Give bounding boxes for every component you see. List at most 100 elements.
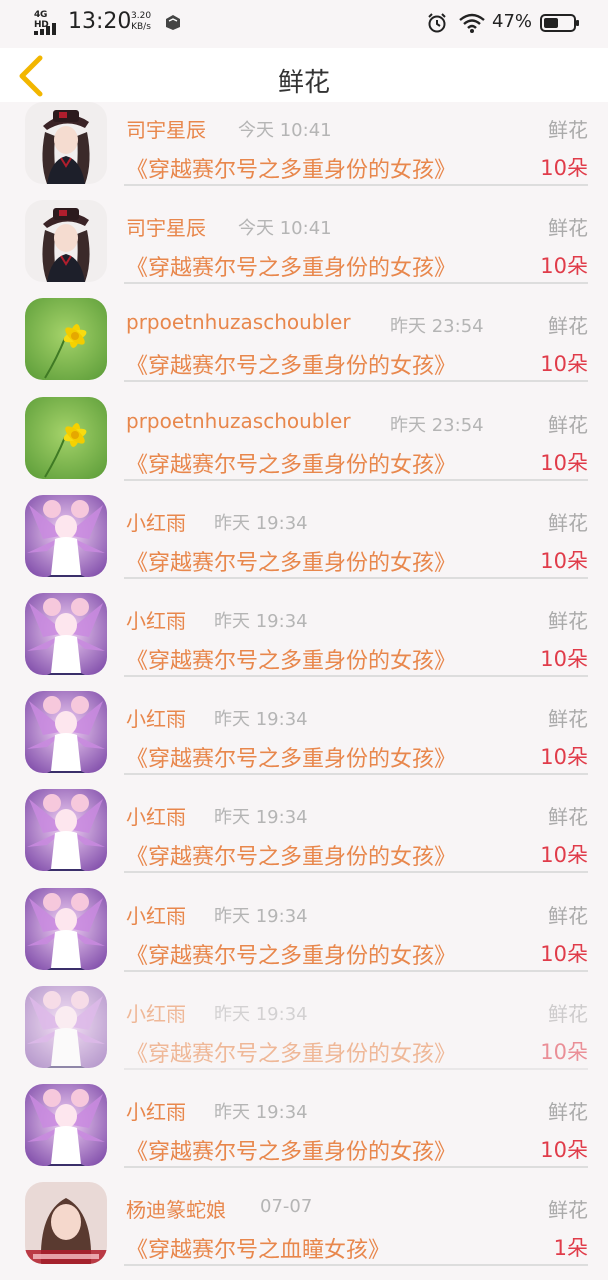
book-title[interactable]: 《穿越赛尔号之多重身份的女孩》: [126, 250, 456, 282]
gift-type: 鲜花: [548, 314, 588, 339]
anime-girl-hat-avatar[interactable]: [25, 200, 107, 283]
list-item[interactable]: 小红雨 昨天 19:34 鲜花 《穿越赛尔号之多重身份的女孩》 10朵: [0, 494, 608, 593]
book-title[interactable]: 《穿越赛尔号之多重身份的女孩》: [126, 1036, 456, 1068]
status-bar: 4G HD 13:20 3.20 KB/s 47%: [0, 0, 608, 48]
gift-record-list: 司宇星辰 今天 10:41 鲜花 《穿越赛尔号之多重身份的女孩》 10朵 司宇星…: [0, 102, 608, 1280]
status-time: 13:20: [68, 9, 132, 34]
user-name[interactable]: 司宇星辰: [126, 114, 206, 143]
gift-type: 鲜花: [548, 216, 588, 241]
gift-type: 鲜花: [548, 1198, 588, 1223]
user-name[interactable]: 小红雨: [126, 998, 186, 1027]
divider: [124, 871, 588, 874]
anime-girl-pink-avatar[interactable]: [25, 887, 107, 970]
list-item[interactable]: 小红雨 昨天 19:34 鲜花 《穿越赛尔号之多重身份的女孩》 10朵: [0, 691, 608, 789]
list-item[interactable]: 司宇星辰 今天 10:41 鲜花 《穿越赛尔号之多重身份的女孩》 10朵: [0, 200, 608, 298]
gift-type: 鲜花: [548, 903, 588, 928]
book-title[interactable]: 《穿越赛尔号之多重身份的女孩》: [126, 348, 456, 380]
user-name[interactable]: 小红雨: [126, 900, 186, 929]
user-name[interactable]: 杨迪篆蛇娘: [126, 1194, 226, 1223]
gift-time: 今天 10:41: [238, 218, 332, 240]
book-title[interactable]: 《穿越赛尔号之多重身份的女孩》: [126, 643, 456, 675]
signal-bars-icon: [34, 23, 62, 35]
wifi-icon: [459, 13, 485, 33]
girl-photo-avatar[interactable]: [25, 1182, 107, 1265]
book-title[interactable]: 《穿越赛尔号之多重身份的女孩》: [126, 839, 456, 871]
user-name[interactable]: 小红雨: [126, 605, 186, 634]
gift-count: 10朵: [540, 352, 588, 377]
book-title[interactable]: 《穿越赛尔号之多重身份的女孩》: [126, 152, 456, 184]
gift-type: 鲜花: [548, 1099, 588, 1124]
divider: [124, 773, 588, 776]
gift-count: 10朵: [540, 646, 588, 671]
page-title: 鲜花: [277, 68, 330, 98]
divider: [124, 380, 588, 383]
anime-girl-pink-avatar[interactable]: [25, 494, 107, 577]
book-title[interactable]: 《穿越赛尔号之多重身份的女孩》: [126, 1134, 456, 1166]
gift-time: 昨天 19:34: [214, 1101, 308, 1123]
gift-time: 昨天 23:54: [390, 414, 484, 436]
gift-type: 鲜花: [548, 608, 588, 633]
divider: [124, 576, 588, 579]
gift-count: 10朵: [540, 1137, 588, 1162]
anime-girl-pink-avatar[interactable]: [25, 789, 107, 872]
anime-girl-pink-avatar[interactable]: [25, 985, 107, 1068]
gift-count: 10朵: [540, 745, 588, 770]
list-item[interactable]: 小红雨 昨天 19:34 鲜花 《穿越赛尔号之多重身份的女孩》 10朵: [0, 1083, 608, 1182]
gift-count: 10朵: [540, 254, 588, 279]
book-title[interactable]: 《穿越赛尔号之血瞳女孩》: [126, 1232, 390, 1264]
list-item[interactable]: 杨迪篆蛇娘 07-07 鲜花 《穿越赛尔号之血瞳女孩》 1朵: [0, 1182, 608, 1280]
gift-type: 鲜花: [548, 805, 588, 830]
network-speed: 3.20 KB/s: [131, 11, 151, 33]
gift-time: 昨天 19:34: [214, 1003, 308, 1025]
gift-type: 鲜花: [548, 510, 588, 535]
gift-count: 1朵: [553, 1236, 588, 1261]
user-name[interactable]: 小红雨: [126, 1096, 186, 1125]
anime-girl-pink-avatar[interactable]: [25, 691, 107, 774]
user-name[interactable]: prpoetnhuzaschoubler: [126, 409, 351, 433]
gift-type: 鲜花: [548, 707, 588, 732]
book-title[interactable]: 《穿越赛尔号之多重身份的女孩》: [126, 447, 456, 479]
yellow-flower-avatar[interactable]: [25, 396, 107, 479]
anime-girl-pink-avatar[interactable]: [25, 1083, 107, 1166]
book-title[interactable]: 《穿越赛尔号之多重身份的女孩》: [126, 545, 456, 577]
gift-type: 鲜花: [548, 412, 588, 437]
app-notification-icon: [166, 15, 180, 30]
list-item[interactable]: 小红雨 昨天 19:34 鲜花 《穿越赛尔号之多重身份的女孩》 10朵: [0, 592, 608, 691]
anime-girl-pink-avatar[interactable]: [25, 592, 107, 675]
user-name[interactable]: 小红雨: [126, 507, 186, 536]
divider: [124, 969, 588, 972]
gift-time: 昨天 23:54: [390, 316, 484, 338]
user-name[interactable]: 小红雨: [126, 801, 186, 830]
battery-icon: [540, 14, 579, 32]
divider: [124, 282, 588, 285]
list-item[interactable]: 小红雨 昨天 19:34 鲜花 《穿越赛尔号之多重身份的女孩》 10朵: [0, 985, 608, 1084]
gift-time: 昨天 19:34: [214, 512, 308, 534]
yellow-flower-avatar[interactable]: [25, 298, 107, 381]
user-name[interactable]: 司宇星辰: [126, 212, 206, 241]
divider: [124, 1165, 588, 1168]
gift-count: 10朵: [540, 941, 588, 966]
list-item[interactable]: 小红雨 昨天 19:34 鲜花 《穿越赛尔号之多重身份的女孩》 10朵: [0, 789, 608, 887]
book-title[interactable]: 《穿越赛尔号之多重身份的女孩》: [126, 938, 456, 970]
speed-value: 3.20: [131, 11, 152, 21]
signal-indicator: 4G HD: [34, 10, 62, 36]
divider: [124, 478, 588, 481]
battery-percent: 47%: [492, 11, 533, 32]
gift-time: 07-07: [260, 1196, 313, 1218]
user-name[interactable]: prpoetnhuzaschoubler: [126, 310, 351, 334]
user-name[interactable]: 小红雨: [126, 703, 186, 732]
list-item[interactable]: prpoetnhuzaschoubler 昨天 23:54 鲜花 《穿越赛尔号之…: [0, 396, 608, 495]
list-item[interactable]: prpoetnhuzaschoubler 昨天 23:54 鲜花 《穿越赛尔号之…: [0, 298, 608, 396]
anime-girl-hat-avatar[interactable]: [25, 102, 107, 184]
list-item[interactable]: 司宇星辰 今天 10:41 鲜花 《穿越赛尔号之多重身份的女孩》 10朵: [0, 102, 608, 200]
speed-unit: KB/s: [131, 22, 151, 32]
page-header: 鲜花: [0, 48, 608, 102]
book-title[interactable]: 《穿越赛尔号之多重身份的女孩》: [126, 741, 456, 773]
gift-count: 10朵: [540, 1039, 588, 1064]
gift-count: 10朵: [540, 548, 588, 573]
list-item[interactable]: 小红雨 昨天 19:34 鲜花 《穿越赛尔号之多重身份的女孩》 10朵: [0, 887, 608, 986]
gift-time: 今天 10:41: [238, 120, 332, 141]
divider: [124, 184, 588, 186]
gift-time: 昨天 19:34: [214, 610, 308, 632]
gift-count: 10朵: [540, 450, 588, 475]
